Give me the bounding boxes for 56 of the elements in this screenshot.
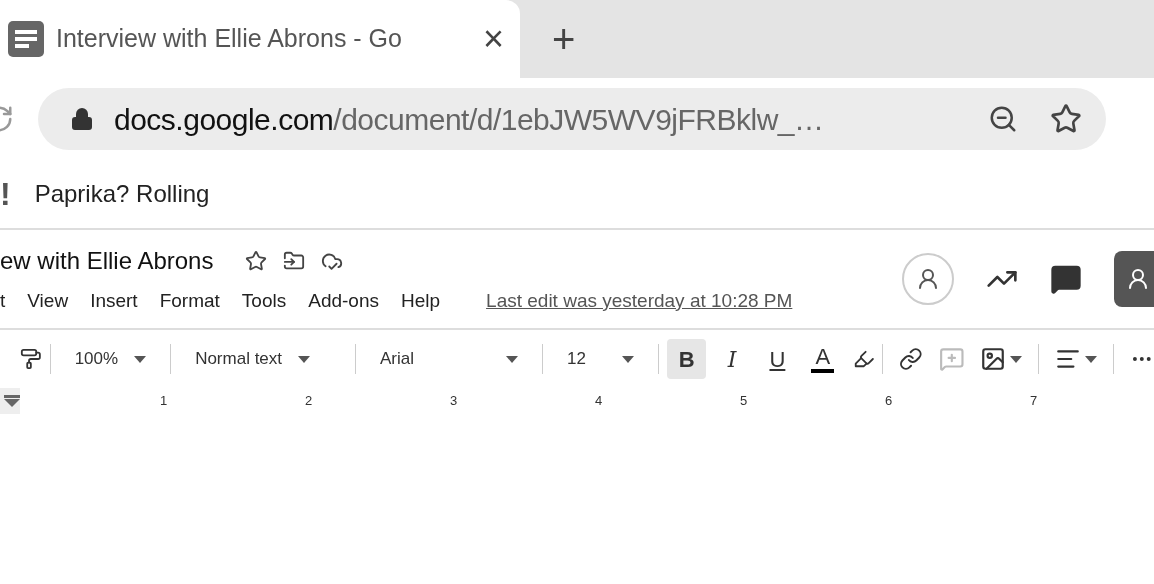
caret-icon xyxy=(1085,355,1098,363)
ruler-number: 3 xyxy=(450,392,459,411)
menu-item[interactable]: Tools xyxy=(241,286,287,316)
ruler-number: 6 xyxy=(885,392,894,411)
tab-title: Interview with Ellie Abrons - Go xyxy=(56,23,403,55)
lock-icon xyxy=(70,107,94,131)
format-button[interactable]: B xyxy=(666,339,707,379)
link-icon[interactable] xyxy=(899,347,923,371)
caret-icon xyxy=(621,355,634,363)
star-icon[interactable] xyxy=(1050,103,1082,135)
menu-item[interactable]: Help xyxy=(401,286,441,316)
indent-marker-icon[interactable] xyxy=(4,395,20,407)
document-icon xyxy=(8,21,44,57)
format-button[interactable]: A xyxy=(803,339,843,379)
ruler-number: 5 xyxy=(740,392,749,411)
star-icon[interactable] xyxy=(245,249,268,272)
person-icon xyxy=(916,267,940,291)
url-host: docs.google.com xyxy=(114,102,334,136)
zoom-icon[interactable] xyxy=(988,104,1018,134)
image-icon xyxy=(980,346,1007,372)
ruler-number: 1 xyxy=(160,392,169,411)
format-button[interactable]: I xyxy=(712,339,752,379)
bookmark-icon: ! xyxy=(0,178,11,210)
share-button[interactable] xyxy=(1114,251,1154,307)
caret-icon xyxy=(298,355,311,363)
menu-item[interactable]: t xyxy=(0,286,6,316)
menu-item[interactable]: Insert xyxy=(90,286,138,316)
ruler-number: 4 xyxy=(595,392,604,411)
menu-item[interactable]: Format xyxy=(159,286,220,316)
menu-item[interactable]: View xyxy=(27,286,69,316)
menu-item[interactable]: Add-ons xyxy=(308,286,379,316)
size-dropdown[interactable]: 12 xyxy=(550,346,650,372)
browser-tab[interactable]: Interview with Ellie Abrons - Go × xyxy=(0,0,520,78)
folder-icon[interactable] xyxy=(283,249,306,272)
bookmark-link[interactable]: Paprika? Rolling xyxy=(34,176,210,212)
presenter-button[interactable] xyxy=(902,253,954,305)
address-bar[interactable]: docs.google.com/document/d/1ebJW5WV9jFRBklw_… xyxy=(38,88,1106,150)
ruler-number: 2 xyxy=(305,392,314,411)
person-icon xyxy=(1126,267,1150,291)
last-edit-link[interactable]: Last edit was yesterday at 10:28 PM xyxy=(486,286,793,316)
document-title[interactable]: ew with Ellie Abrons xyxy=(0,242,214,279)
style-dropdown[interactable]: Normal text xyxy=(179,346,348,372)
zoom-dropdown[interactable]: 100% xyxy=(58,346,163,372)
new-tab-button[interactable]: + xyxy=(552,19,576,59)
ruler-number: 7 xyxy=(1030,392,1039,411)
format-button[interactable]: U xyxy=(757,339,798,379)
caret-icon xyxy=(1010,355,1023,363)
image-dropdown[interactable] xyxy=(980,346,1023,372)
paint-format-icon[interactable] xyxy=(20,348,42,370)
font-dropdown[interactable]: Arial xyxy=(364,346,534,372)
caret-icon xyxy=(134,355,147,363)
highlighter-icon[interactable] xyxy=(852,348,875,370)
close-tab-button[interactable]: × xyxy=(482,21,504,57)
comments-icon[interactable] xyxy=(1050,263,1082,295)
url-path: /document/d/1ebJW5WV9jFRBklw_… xyxy=(333,102,824,136)
caret-icon xyxy=(505,355,518,363)
